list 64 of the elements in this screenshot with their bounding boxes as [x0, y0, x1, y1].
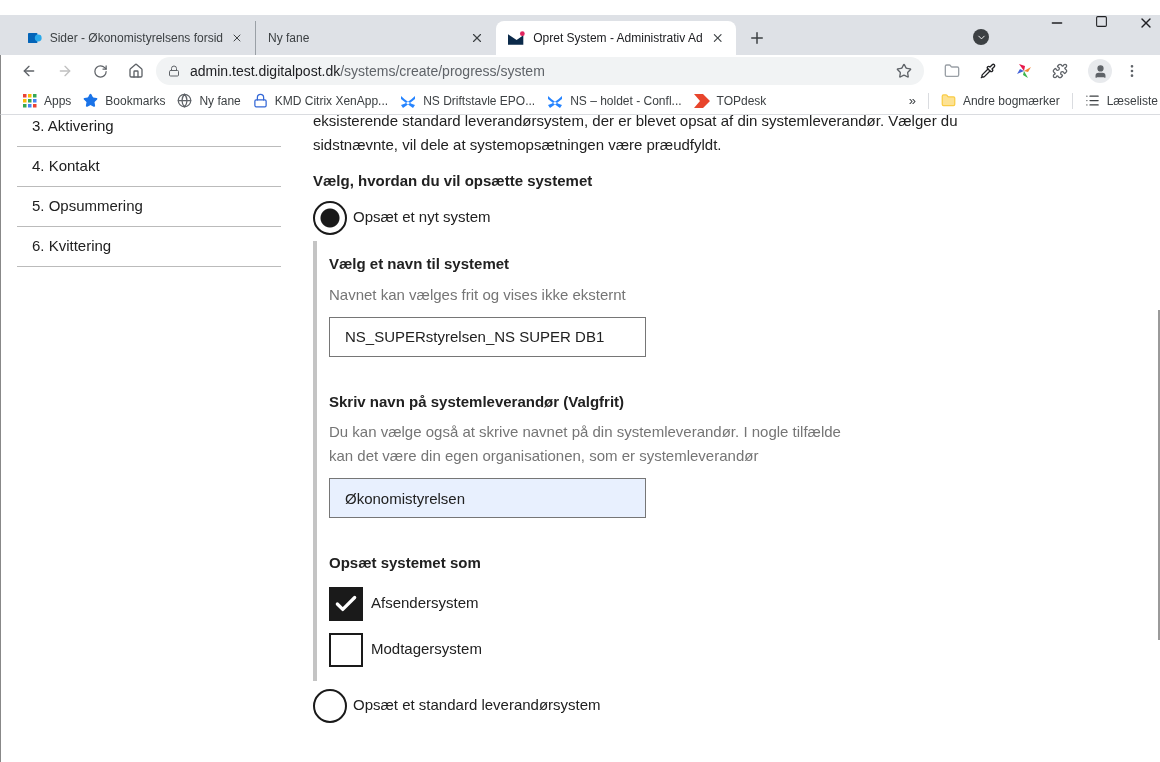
pinwheel-icon[interactable] — [1016, 63, 1032, 79]
browser-tab[interactable]: Ny fane — [256, 21, 496, 55]
field-label: Vælg et navn til systemet — [329, 253, 511, 274]
envelope-icon — [508, 31, 526, 45]
step-link[interactable]: 3. Aktivering — [17, 107, 281, 147]
checkbox[interactable] — [329, 632, 363, 667]
home-icon[interactable] — [128, 63, 144, 79]
padlock-icon — [252, 93, 268, 108]
intro-text-line: eksisterende standard leverandørsystem, der er blevet opsat af din systemleverandør. Vælger du — [313, 111, 959, 131]
bookmark-star-icon[interactable] — [896, 63, 912, 79]
eyedropper-icon[interactable] — [980, 63, 996, 79]
bookmark-item[interactable]: NS – holdet - Confl... — [547, 91, 682, 110]
folder-icon — [940, 93, 956, 108]
star-icon — [83, 93, 99, 108]
choice-heading: Vælg, hvordan du vil opsætte systemet — [313, 171, 594, 191]
close-icon[interactable] — [470, 31, 484, 45]
reload-icon[interactable] — [93, 63, 108, 79]
bookmark-item[interactable]: KMD Citrix XenApp... — [252, 91, 389, 110]
text-field[interactable]: Økonomistyrelsen — [329, 478, 646, 518]
folder-key-icon[interactable] — [944, 63, 960, 79]
radio-button[interactable] — [313, 688, 347, 723]
text-field[interactable]: NS_SUPERstyrelsen_NS SUPER DB1 — [329, 316, 646, 357]
checkbox[interactable] — [329, 586, 363, 621]
step-link[interactable]: 4. Kontakt — [17, 147, 281, 187]
overflow-chevrons[interactable]: » — [908, 90, 916, 111]
bookmark-item[interactable]: TOPdesk — [693, 91, 767, 110]
globe-icon — [177, 93, 193, 108]
bookmark-item[interactable]: NS Driftstavle EPO... — [400, 91, 536, 110]
tab-title: Opret System - Administrativ Ad — [533, 30, 703, 47]
tab-title: Sider - Økonomistyrelsens forsid — [49, 30, 224, 47]
url-text: admin.test.digitalpost.dk/systems/create/progress/system — [190, 61, 546, 81]
step-link[interactable]: 6. Kvittering — [17, 227, 281, 267]
chevron-logo-icon — [693, 93, 710, 108]
radio-label: Opsæt et nyt system — [353, 207, 491, 228]
bookmark-item[interactable]: Bookmarks — [83, 91, 166, 110]
browser-tab[interactable]: Opret System - Administrativ Ad — [496, 21, 736, 55]
profile-icon[interactable] — [1088, 59, 1112, 83]
field-label: Skriv navn på systemleverandør (Valgfrit) — [329, 391, 626, 412]
back-icon[interactable] — [21, 63, 37, 79]
bookmark-item[interactable]: Apps — [23, 91, 72, 110]
step-link[interactable]: 5. Opsummering — [17, 187, 281, 227]
tab-title: Ny fane — [268, 30, 311, 47]
intro-text-line: sidstnævnte, vil dele at systemopsætningen være præudfyldt. — [313, 135, 723, 155]
radio-button[interactable] — [313, 200, 347, 235]
apps-grid-icon — [23, 93, 37, 108]
reading-list-button[interactable]: Læseliste — [1084, 91, 1160, 110]
maximize-icon[interactable] — [1095, 15, 1108, 28]
browser-tab[interactable]: Sider - Økonomistyrelsens forsid — [16, 21, 256, 55]
address-bar[interactable]: admin.test.digitalpost.dk/systems/create/progress/system — [156, 57, 924, 85]
field-help: Du kan vælge også at skrive navnet på din systemleverandør. I nogle tilfælde — [329, 422, 841, 442]
new-tab-icon[interactable] — [748, 29, 766, 47]
bookmark-item[interactable]: Ny fane — [177, 91, 241, 110]
tab-search-icon[interactable] — [973, 29, 989, 45]
field-help: kan det være din egen organisationen, som er systemleverandør — [329, 446, 760, 466]
field-help: Navnet kan vælges frit og vises ikke eksternt — [329, 285, 627, 305]
list-icon — [1084, 93, 1100, 108]
checkbox-label: Modtagersystem — [371, 639, 482, 660]
roles-heading: Opsæt systemet som — [329, 553, 482, 573]
bookmark-folder[interactable]: Andre bogmærker — [940, 91, 1060, 110]
radio-label: Opsæt et standard leverandørsystem — [353, 695, 601, 716]
padlock-icon — [168, 65, 180, 77]
extensions-icon[interactable] — [1052, 63, 1068, 79]
checkbox-label: Afsendersystem — [371, 593, 479, 614]
document-logo-icon — [28, 30, 42, 46]
